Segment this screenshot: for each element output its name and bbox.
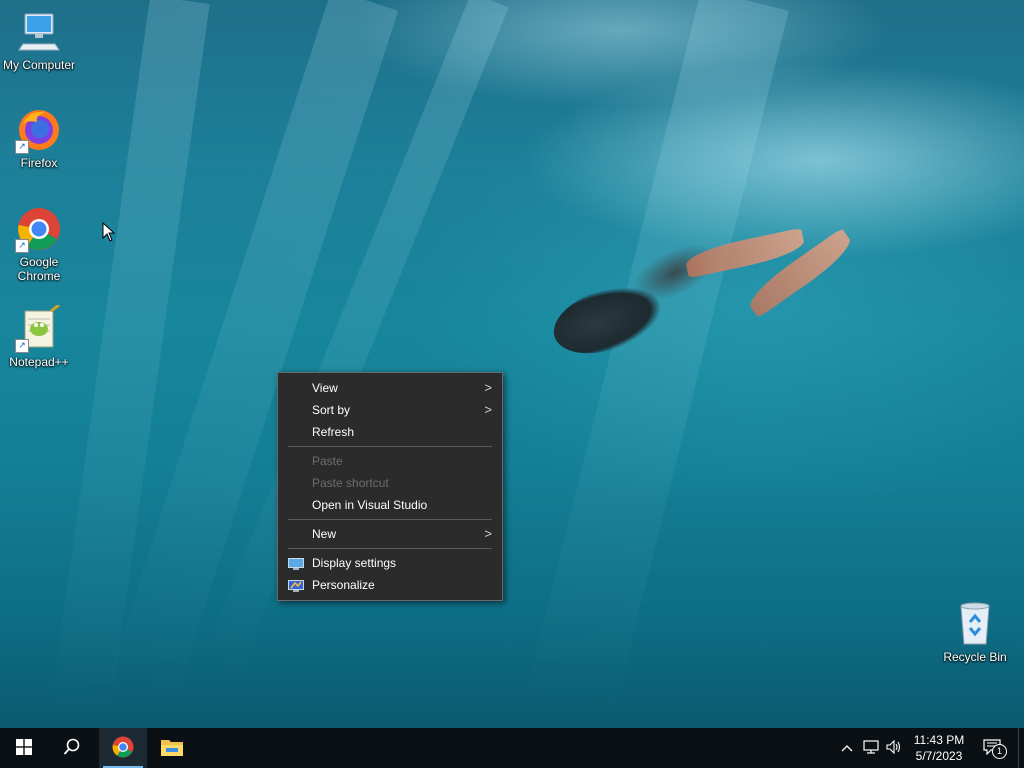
shortcut-arrow-icon: ↗ xyxy=(15,339,29,353)
menu-item-label: Display settings xyxy=(312,556,397,570)
windows-logo-icon xyxy=(16,738,32,758)
submenu-arrow-icon: > xyxy=(484,380,492,395)
notification-icon: 1 xyxy=(983,739,1007,759)
submenu-arrow-icon: > xyxy=(484,526,492,541)
display-settings-icon xyxy=(288,556,304,570)
chrome-icon xyxy=(111,735,135,762)
submenu-arrow-icon: > xyxy=(484,402,492,417)
menu-item-view[interactable]: View > xyxy=(278,377,502,399)
clock-date: 5/7/2023 xyxy=(915,749,963,763)
network-button[interactable] xyxy=(860,728,882,768)
menu-item-new[interactable]: New > xyxy=(278,523,502,545)
shortcut-arrow-icon: ↗ xyxy=(15,140,29,154)
taskbar-file-explorer-button[interactable] xyxy=(148,728,196,768)
personalize-icon xyxy=(288,578,304,592)
menu-item-sort-by[interactable]: Sort by > xyxy=(278,399,502,421)
notepadpp-icon: ↗ xyxy=(15,303,63,353)
network-icon xyxy=(863,739,879,757)
menu-item-label: Paste xyxy=(312,454,343,468)
computer-icon xyxy=(15,8,63,56)
menu-item-display-settings[interactable]: Display settings xyxy=(278,552,502,574)
desktop-icon-recycle-bin[interactable]: Recycle Bin xyxy=(937,600,1013,664)
menu-item-open-in-visual-studio[interactable]: Open in Visual Studio xyxy=(278,494,502,516)
recycle-bin-icon xyxy=(951,600,999,648)
menu-item-paste: Paste xyxy=(278,450,502,472)
show-desktop-button[interactable] xyxy=(1018,728,1024,768)
menu-separator xyxy=(288,446,492,447)
desktop-icon-label: Notepad++ xyxy=(9,355,69,369)
menu-item-paste-shortcut: Paste shortcut xyxy=(278,472,502,494)
desktop-context-menu: View > Sort by > Refresh Paste Paste sho… xyxy=(277,372,503,601)
desktop-icon-label: Firefox xyxy=(20,156,58,170)
menu-item-label: Sort by xyxy=(312,403,351,417)
start-button[interactable] xyxy=(0,728,48,768)
search-button[interactable] xyxy=(48,728,96,768)
menu-separator xyxy=(288,548,492,549)
chrome-icon: ↗ xyxy=(15,205,63,253)
shortcut-arrow-icon: ↗ xyxy=(15,239,29,253)
desktop-icon-my-computer[interactable]: My Computer xyxy=(1,8,77,72)
light-ray xyxy=(525,0,789,718)
speaker-icon xyxy=(886,739,902,757)
menu-item-label: Personalize xyxy=(312,578,375,592)
desktop-icon-notepadpp[interactable]: ↗ Notepad++ xyxy=(1,303,77,369)
desktop-wallpaper[interactable] xyxy=(0,0,1024,728)
desktop-icon-chrome[interactable]: ↗ Google Chrome xyxy=(1,205,77,283)
menu-item-label: New xyxy=(312,527,337,541)
desktop-icon-label: Google Chrome xyxy=(17,255,61,283)
menu-item-personalize[interactable]: Personalize xyxy=(278,574,502,596)
firefox-icon: ↗ xyxy=(15,106,63,154)
show-hidden-icons-button[interactable] xyxy=(838,728,856,768)
mouse-cursor-icon xyxy=(102,221,116,245)
action-center-button[interactable]: 1 xyxy=(978,728,1008,768)
chevron-up-icon xyxy=(841,741,853,755)
clock-time: 11:43 PM xyxy=(913,733,965,747)
menu-item-label: Refresh xyxy=(312,425,355,439)
desktop-icon-label: Recycle Bin xyxy=(943,650,1007,664)
desktop-icon-firefox[interactable]: ↗ Firefox xyxy=(1,106,77,170)
menu-item-label: Open in Visual Studio xyxy=(312,498,428,512)
menu-item-label: View xyxy=(312,381,338,395)
taskbar: 1 xyxy=(0,728,1024,768)
menu-separator xyxy=(288,519,492,520)
menu-item-label: Paste shortcut xyxy=(312,476,389,490)
notification-count-badge: 1 xyxy=(992,744,1007,759)
menu-item-refresh[interactable]: Refresh xyxy=(278,421,502,443)
taskbar-clock[interactable]: 11:43 PM 5/7/2023 xyxy=(902,728,976,768)
folder-icon xyxy=(160,737,184,760)
search-icon xyxy=(63,738,81,759)
taskbar-chrome-button[interactable] xyxy=(99,728,147,768)
desktop-icon-label: My Computer xyxy=(2,58,76,72)
